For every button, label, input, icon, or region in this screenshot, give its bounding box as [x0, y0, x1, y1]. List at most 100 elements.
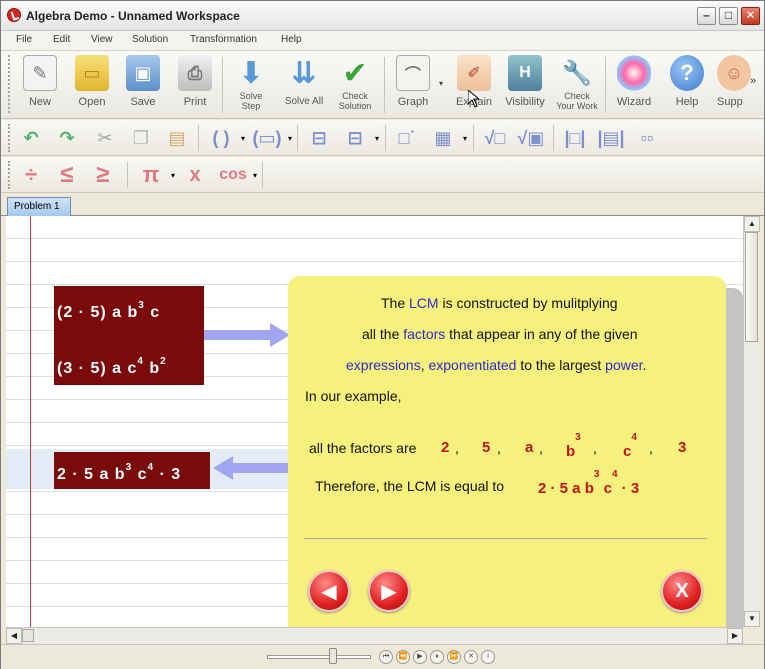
support-button[interactable]: ☺ Supp — [712, 53, 752, 115]
term-exponentiated[interactable]: exponentiated — [428, 357, 516, 373]
check-your-work-button[interactable]: 🔧 Check Your Work — [550, 53, 604, 115]
toolbar-overflow-icon[interactable]: » — [750, 75, 756, 87]
new-button[interactable]: ✎ New — [13, 53, 67, 115]
factor-b: b3 — [566, 432, 581, 460]
layout-icon[interactable]: ▫▫ — [633, 125, 661, 151]
cut-icon[interactable]: ✂ — [91, 125, 119, 151]
scroll-left-button[interactable]: ◀ — [6, 628, 22, 644]
solve-step-label: Solve Step — [239, 91, 263, 111]
dropdown-icon[interactable]: ▾ — [288, 134, 292, 143]
right-arrow-icon — [204, 323, 290, 347]
expression-2: (3 · 5) a c4 b2 — [57, 356, 167, 378]
pi-icon[interactable]: π — [137, 162, 165, 188]
rewind-icon[interactable]: ⏪ — [396, 650, 410, 664]
dropdown-icon[interactable]: ▾ — [253, 171, 257, 180]
term-power[interactable]: power — [605, 357, 642, 373]
open-button[interactable]: ▭ Open — [65, 53, 119, 115]
dropdown-icon[interactable]: ▾ — [463, 134, 467, 143]
redo-icon[interactable]: ↷ — [53, 125, 81, 151]
workspace-canvas[interactable]: (2 · 5) a b3 c (3 · 5) a c4 b2 2 · 5 a b… — [6, 216, 743, 627]
absolute-value-icon[interactable]: |□| — [561, 125, 589, 151]
help-button[interactable]: ? Help — [660, 53, 714, 115]
paste-icon[interactable]: ▤ — [163, 125, 191, 151]
menu-solution[interactable]: Solution — [132, 34, 168, 45]
dropdown-icon[interactable]: ▾ — [171, 171, 175, 180]
wizard-button[interactable]: Wizard — [607, 53, 661, 115]
info-icon[interactable]: i — [481, 650, 495, 664]
lcm-result-box[interactable]: 2 · 5 a b3 c4 · 3 — [54, 452, 210, 489]
save-button[interactable]: ▣ Save — [116, 53, 170, 115]
wand-icon — [617, 55, 651, 91]
solve-step-button[interactable]: ⬇ Solve Step — [224, 53, 278, 115]
lcm-exp1: 3 — [593, 469, 600, 480]
matrix-icon[interactable]: |▤| — [597, 125, 625, 151]
dropdown-icon[interactable]: ▾ — [241, 134, 245, 143]
rewind-start-icon[interactable]: ⏮ — [379, 650, 393, 664]
greater-equal-icon[interactable]: ≥ — [89, 161, 117, 188]
exponent-icon[interactable]: □˙ — [393, 125, 421, 151]
root-icon[interactable]: √□ — [481, 125, 509, 151]
visibility-button[interactable]: H Visibility — [498, 53, 552, 115]
mouse-cursor-icon — [468, 90, 479, 108]
vertical-scroll-thumb[interactable] — [745, 232, 758, 342]
toolbar-separator — [297, 125, 298, 151]
scroll-right-button[interactable]: ▶ — [727, 628, 743, 644]
root-n-icon[interactable]: √▣ — [517, 125, 545, 151]
scroll-down-button[interactable]: ▼ — [744, 611, 760, 627]
expr1-base: (2 · 5) a b — [57, 304, 139, 321]
stop-icon[interactable]: ✕ — [464, 650, 478, 664]
tab-problem-1[interactable]: Problem 1 — [7, 197, 71, 216]
check-solution-button[interactable]: ✔ Check Solution — [328, 53, 382, 115]
next-button[interactable]: ▶ — [368, 570, 410, 612]
subscript-x-icon[interactable]: x — [181, 162, 209, 188]
support-icon: ☺ — [717, 55, 751, 91]
menu-view[interactable]: View — [91, 34, 113, 45]
minimize-button[interactable]: – — [697, 7, 716, 25]
fast-forward-icon[interactable]: ⏩ — [447, 650, 461, 664]
play-icon[interactable]: ▶ — [413, 650, 427, 664]
cos-icon[interactable]: cos — [215, 162, 251, 188]
menu-edit[interactable]: Edit — [53, 34, 70, 45]
divide-icon[interactable]: ÷ — [17, 162, 45, 188]
dropdown-icon[interactable]: ▾ — [375, 134, 379, 143]
print-button[interactable]: ⎙ Print — [168, 53, 222, 115]
term-factors[interactable]: factors — [403, 326, 445, 342]
close-explanation-button[interactable]: X — [661, 570, 703, 612]
subscript-icon[interactable]: ▦ — [429, 125, 457, 151]
playback-speed-slider[interactable] — [267, 655, 371, 659]
bracket-icon[interactable]: (▭) — [249, 125, 285, 151]
open-label: Open — [78, 96, 106, 108]
solve-all-button[interactable]: ⇊ Solve All — [277, 53, 331, 115]
check-icon: ✔ — [342, 56, 368, 90]
previous-button[interactable]: ◀ — [308, 570, 350, 612]
less-equal-icon[interactable]: ≤ — [53, 161, 81, 188]
undo-icon[interactable]: ↶ — [17, 125, 45, 151]
factors-label: all the factors are — [309, 440, 417, 456]
graph-dropdown-icon[interactable]: ▾ — [439, 79, 443, 88]
parentheses-icon[interactable]: ( ) — [203, 125, 239, 151]
copy-icon[interactable]: ❐ — [127, 125, 155, 151]
vertical-scrollbar[interactable]: ▲ ▼ — [743, 216, 760, 627]
explanation-panel: The LCM is constructed by mulitplying al… — [288, 276, 726, 627]
source-expressions[interactable]: (2 · 5) a b3 c (3 · 5) a c4 b2 — [54, 286, 204, 385]
term-lcm[interactable]: LCM — [409, 295, 439, 311]
slider-knob[interactable] — [329, 648, 337, 664]
horizontal-scrollbar[interactable]: ◀ ▶ — [6, 627, 743, 644]
pause-icon[interactable]: ⏸ — [430, 650, 444, 664]
fraction-icon[interactable]: ⊟ — [305, 125, 333, 151]
graph-button[interactable]: ⌒ Graph — [386, 53, 440, 115]
visibility-icon: H — [508, 55, 542, 91]
toolbar-separator — [473, 125, 474, 151]
main-toolbar: ✎ New ▭ Open ▣ Save ⎙ Print ⬇ Solve Step… — [1, 51, 764, 119]
scroll-up-button[interactable]: ▲ — [744, 216, 760, 232]
menu-help[interactable]: Help — [281, 34, 302, 45]
horizontal-scroll-thumb[interactable] — [22, 629, 34, 642]
menu-transformation[interactable]: Transformation — [190, 34, 257, 45]
menu-file[interactable]: File — [16, 34, 32, 45]
fraction-alt-icon[interactable]: ⊟ — [341, 125, 369, 151]
close-button[interactable]: ✕ — [741, 7, 760, 25]
maximize-button[interactable]: □ — [719, 7, 738, 25]
new-label: New — [28, 96, 51, 108]
term-expressions[interactable]: expressions — [346, 357, 421, 373]
explain-text: all the — [362, 326, 404, 342]
